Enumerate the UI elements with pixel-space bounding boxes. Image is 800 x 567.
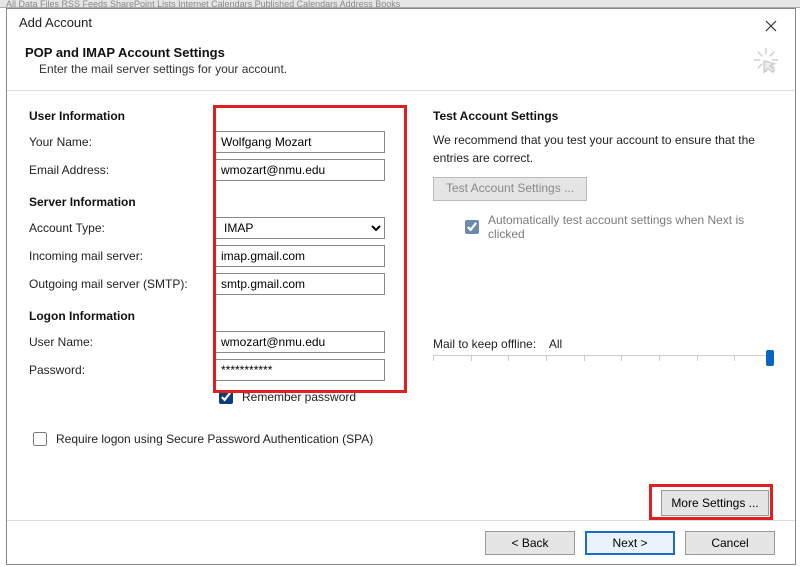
more-settings-button[interactable]: More Settings ...	[661, 490, 769, 516]
back-button[interactable]: < Back	[485, 531, 575, 555]
your-name-input[interactable]	[215, 131, 385, 153]
outgoing-server-input[interactable]	[215, 273, 385, 295]
test-account-settings-button[interactable]: Test Account Settings ...	[433, 177, 587, 201]
password-input[interactable]	[215, 359, 385, 381]
label-outgoing: Outgoing mail server (SMTP):	[29, 277, 215, 291]
section-test-settings: Test Account Settings	[433, 109, 773, 123]
section-server-info: Server Information	[29, 195, 399, 209]
dialog-footer: < Back Next > Cancel	[7, 520, 795, 564]
dialog-body: User Information Your Name: Email Addres…	[7, 91, 795, 457]
mail-offline-row: Mail to keep offline: All	[433, 337, 773, 375]
remember-password-checkbox[interactable]	[219, 390, 233, 404]
next-button[interactable]: Next >	[585, 531, 675, 555]
slider-thumb[interactable]	[766, 350, 774, 366]
label-auto-test: Automatically test account settings when…	[488, 213, 748, 241]
require-spa-checkbox[interactable]	[33, 432, 47, 446]
label-require-spa: Require logon using Secure Password Auth…	[56, 432, 373, 446]
email-input[interactable]	[215, 159, 385, 181]
username-input[interactable]	[215, 331, 385, 353]
close-icon	[765, 20, 777, 32]
test-description: We recommend that you test your account …	[433, 131, 773, 167]
left-column: User Information Your Name: Email Addres…	[29, 105, 399, 449]
label-account-type: Account Type:	[29, 221, 215, 235]
label-mail-offline: Mail to keep offline:	[433, 337, 536, 351]
label-email: Email Address:	[29, 163, 215, 177]
label-username: User Name:	[29, 335, 215, 349]
dialog-title: Add Account	[19, 15, 92, 30]
label-remember-password: Remember password	[242, 390, 356, 404]
account-type-select[interactable]: IMAP	[215, 217, 385, 239]
more-settings-area: More Settings ...	[443, 456, 773, 520]
titlebar: Add Account	[7, 9, 795, 39]
right-column: Test Account Settings We recommend that …	[433, 105, 773, 449]
label-password: Password:	[29, 363, 215, 377]
label-your-name: Your Name:	[29, 135, 215, 149]
auto-test-checkbox[interactable]	[465, 220, 479, 234]
background-strip: All Data Files RSS Feeds SharePoint List…	[0, 0, 800, 8]
cancel-button[interactable]: Cancel	[685, 531, 775, 555]
section-logon-info: Logon Information	[29, 309, 399, 323]
section-user-info: User Information	[29, 109, 399, 123]
label-incoming: Incoming mail server:	[29, 249, 215, 263]
header-title: POP and IMAP Account Settings	[25, 45, 725, 60]
mail-offline-value: All	[549, 337, 562, 351]
close-button[interactable]	[755, 15, 787, 37]
dialog-header: POP and IMAP Account Settings Enter the …	[7, 39, 795, 91]
incoming-server-input[interactable]	[215, 245, 385, 267]
bottom-pane: More Settings ...	[29, 456, 773, 520]
cursor-sparkle-icon	[751, 45, 781, 75]
mail-offline-slider[interactable]	[433, 355, 773, 375]
header-subtitle: Enter the mail server settings for your …	[25, 62, 725, 76]
add-account-dialog: Add Account POP and IMAP Account Setting…	[6, 8, 796, 565]
